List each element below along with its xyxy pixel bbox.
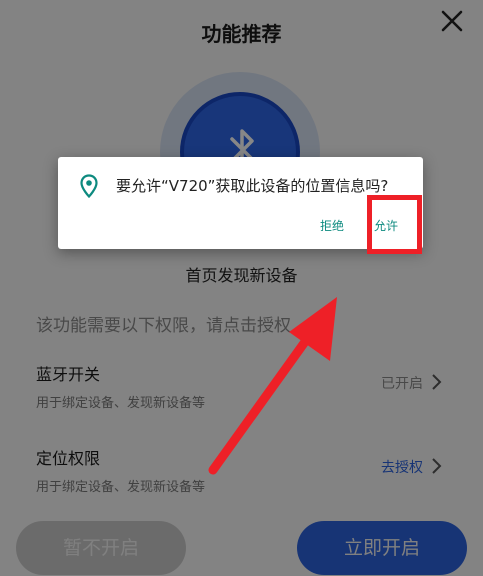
annotation-highlight-box <box>367 195 422 254</box>
dialog-message: 要允许“V720”获取此设备的位置信息吗? <box>116 177 389 195</box>
location-pin-icon <box>80 174 98 198</box>
modal-overlay[interactable] <box>0 0 483 576</box>
deny-button[interactable]: 拒绝 <box>320 217 344 234</box>
